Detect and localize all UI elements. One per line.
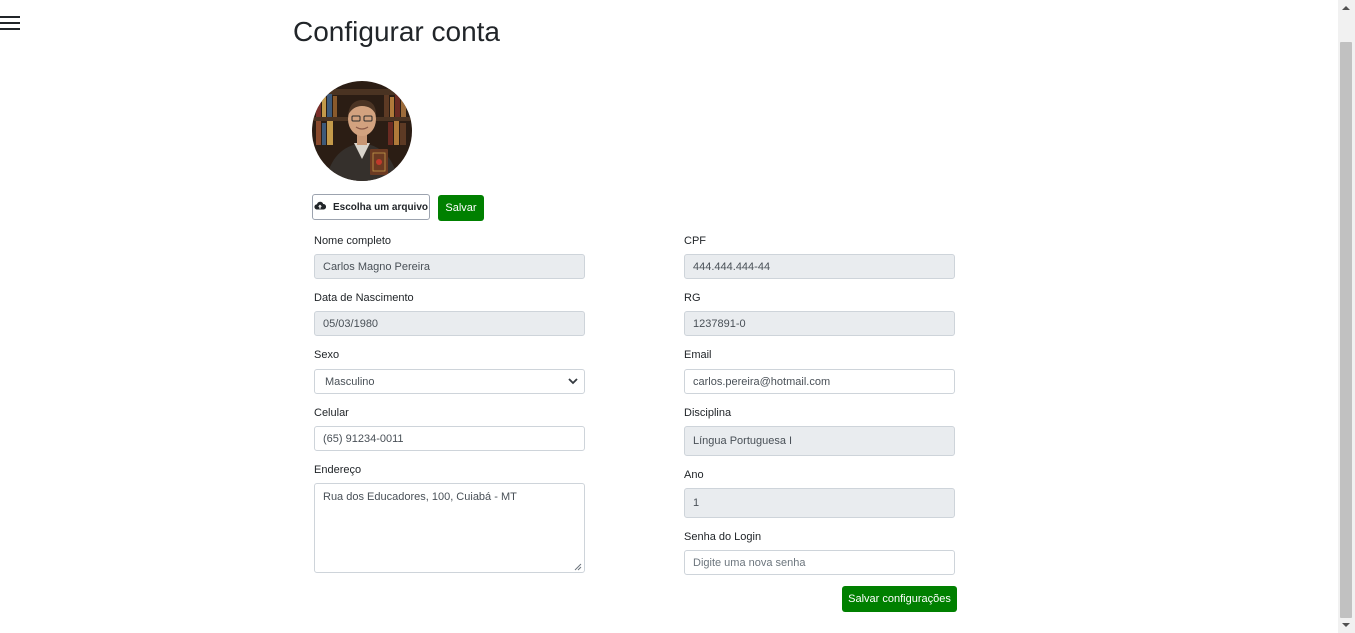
chevron-down-icon (568, 376, 578, 388)
cpf-value: 444.444.444-44 (693, 260, 771, 273)
nascimento-value: 05/03/1980 (323, 317, 379, 330)
cpf-field[interactable]: 444.444.444-44 (684, 254, 955, 279)
scroll-up-icon[interactable] (1342, 6, 1350, 10)
rg-value: 1237891-0 (693, 317, 746, 330)
cpf-label: CPF (684, 235, 706, 247)
ano-value: 1 (693, 497, 700, 509)
choose-file-button[interactable]: Escolha um arquivo (312, 194, 430, 220)
senha-label: Senha do Login (684, 531, 762, 543)
sexo-label: Sexo (314, 349, 340, 361)
senha-placeholder: Digite uma nova senha (693, 556, 806, 569)
nascimento-field[interactable]: 05/03/1980 (314, 311, 585, 336)
sexo-select[interactable]: Masculino (314, 369, 585, 394)
rg-label: RG (684, 292, 701, 304)
cloud-upload-icon (314, 201, 327, 213)
disciplina-value: Língua Portuguesa I (693, 435, 793, 447)
ano-label: Ano (684, 469, 704, 481)
endereco-textarea[interactable]: Rua dos Educadores, 100, Cuiabá - MT (314, 483, 585, 573)
celular-label: Celular (314, 407, 349, 419)
nascimento-label: Data de Nascimento (314, 292, 414, 304)
email-field[interactable]: carlos.pereira@hotmail.com (684, 369, 955, 394)
endereco-value: Rua dos Educadores, 100, Cuiabá - MT (323, 491, 517, 503)
hamburger-menu-icon[interactable] (0, 16, 20, 32)
rg-field[interactable]: 1237891-0 (684, 311, 955, 336)
nome-label: Nome completo (314, 235, 392, 247)
scroll-down-icon[interactable] (1342, 623, 1350, 627)
email-label: Email (684, 349, 712, 361)
ano-field[interactable]: 1 (684, 488, 955, 518)
nome-field[interactable]: Carlos Magno Pereira (314, 254, 585, 279)
disciplina-field[interactable]: Língua Portuguesa I (684, 426, 955, 456)
email-value: carlos.pereira@hotmail.com (693, 375, 831, 388)
endereco-label: Endereço (314, 464, 362, 476)
choose-file-label: Escolha um arquivo (332, 201, 429, 213)
save-settings-button[interactable]: Salvar configurações (842, 586, 957, 612)
nome-value: Carlos Magno Pereira (323, 260, 430, 273)
senha-field[interactable]: Digite uma nova senha (684, 550, 955, 575)
page-title: Configurar conta (293, 16, 501, 47)
scroll-thumb[interactable] (1340, 42, 1352, 618)
scrollbar[interactable] (1338, 0, 1355, 633)
celular-field[interactable]: (65) 91234-0011 (314, 426, 585, 451)
celular-value: (65) 91234-0011 (323, 432, 404, 445)
sexo-value: Masculino (325, 375, 375, 388)
avatar (312, 81, 412, 181)
save-photo-button[interactable]: Salvar (438, 195, 484, 221)
resize-handle-icon[interactable] (574, 562, 582, 571)
disciplina-label: Disciplina (684, 407, 732, 419)
